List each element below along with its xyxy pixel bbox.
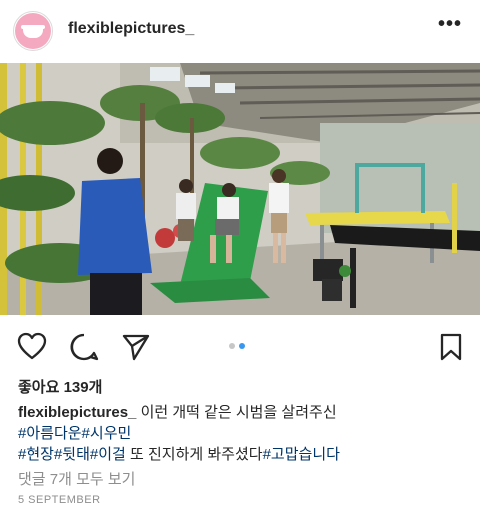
- carousel-dot: [229, 343, 235, 349]
- post-date: 5 SEPTEMBER: [18, 494, 101, 506]
- comment-icon[interactable]: [69, 332, 99, 362]
- bookmark-icon[interactable]: [436, 332, 466, 362]
- heart-icon[interactable]: [17, 332, 47, 362]
- view-all-comments-link[interactable]: 댓글 7개 모두 보기: [18, 468, 135, 489]
- hashtag-link[interactable]: #현장: [18, 446, 54, 463]
- hashtag-link[interactable]: #고맙습니다: [263, 446, 340, 463]
- caption-line-3: #현장#뒷태#이걸 또 진지하게 봐주셨다#고맙습니다: [18, 444, 468, 465]
- like-count[interactable]: 좋아요 139개: [18, 376, 102, 397]
- avatar-logo: [15, 13, 51, 49]
- more-horizontal-icon[interactable]: •••: [438, 14, 462, 34]
- post-photo[interactable]: [0, 63, 480, 315]
- hashtag-link[interactable]: #시우민: [82, 425, 132, 442]
- caption-line-2: #아름다운#시우민: [18, 423, 468, 444]
- send-icon[interactable]: [121, 332, 151, 362]
- hashtag-link[interactable]: #아름다운: [18, 425, 82, 442]
- behind-the-scenes-photo: [0, 63, 480, 315]
- hashtag-link[interactable]: #이걸: [90, 446, 126, 463]
- caption-username[interactable]: flexiblepictures_: [18, 404, 136, 421]
- caption-line-1: flexiblepictures_ 이런 개떡 같은 시범을 살려주신: [18, 402, 468, 423]
- hashtag-link[interactable]: #뒷태: [54, 446, 90, 463]
- caption-text: 이런 개떡 같은 시범을 살려주신: [140, 404, 337, 421]
- carousel-dot-active: [239, 343, 245, 349]
- post-username[interactable]: flexiblepictures_: [68, 20, 194, 38]
- carousel-indicator: [229, 343, 245, 349]
- post-header: flexiblepictures_ •••: [0, 0, 480, 62]
- post-caption: flexiblepictures_ 이런 개떡 같은 시범을 살려주신 #아름다…: [18, 402, 468, 465]
- avatar[interactable]: [13, 11, 53, 51]
- caption-text: 또 진지하게 봐주셨다: [125, 446, 263, 463]
